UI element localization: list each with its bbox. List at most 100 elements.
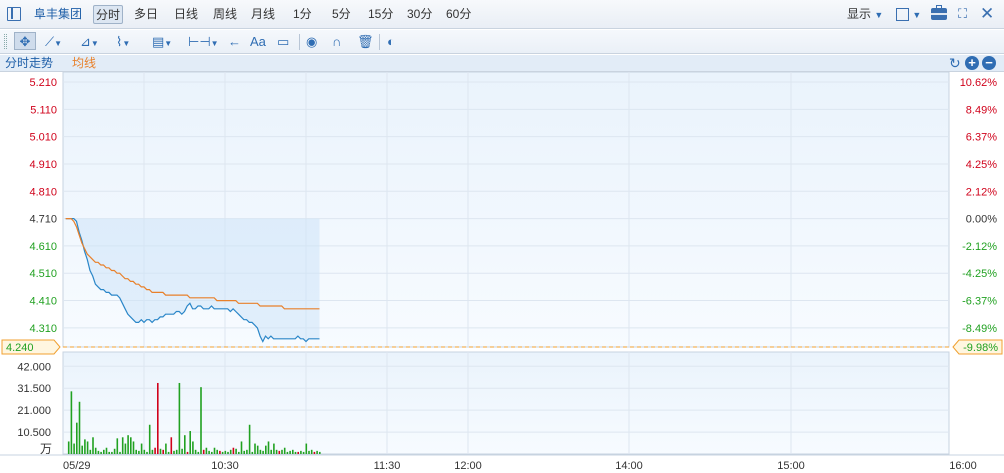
pct-tick-label: -8.49% — [962, 323, 997, 335]
volume-bar — [92, 437, 94, 454]
trash-icon[interactable]: 🗑 — [357, 33, 374, 51]
volume-bar — [186, 451, 189, 454]
arrow-left-icon[interactable]: ← — [228, 33, 241, 51]
polyline-tool-icon[interactable]: ⌇▼ — [116, 33, 130, 51]
pct-tick-label: -6.37% — [962, 296, 997, 308]
square-icon — [896, 8, 909, 22]
volume-bar — [135, 449, 137, 454]
refresh-icon[interactable]: ↻ — [949, 55, 961, 71]
stock-name[interactable]: 阜丰集团 — [34, 5, 82, 24]
volume-bar — [300, 450, 302, 454]
volume-bar — [262, 450, 264, 454]
close-icon[interactable]: ✕ — [980, 5, 996, 23]
volume-bar — [89, 449, 92, 454]
price-tick-label: 4.510 — [29, 268, 57, 280]
volume-tick-label: 42.000 — [17, 361, 51, 373]
range-tool-icon[interactable]: ⊢⊣▼ — [188, 33, 219, 51]
pct-tick-label: 6.37% — [966, 132, 997, 144]
text-tool-icon[interactable]: Aa — [250, 33, 266, 51]
volume-bar — [108, 451, 110, 454]
volume-bar — [259, 449, 262, 454]
tab-period-30min[interactable]: 30分 — [407, 5, 432, 24]
volume-bar — [121, 437, 124, 454]
volume-bar — [251, 451, 254, 454]
tab-period-daily[interactable]: 日线 — [174, 5, 198, 24]
volume-bar — [240, 441, 243, 454]
volume-bar — [94, 447, 97, 454]
volume-bar — [162, 449, 164, 454]
price-tick-label: 4.910 — [29, 159, 57, 171]
volume-bar — [229, 449, 232, 454]
comment-icon[interactable]: ▭ — [277, 33, 289, 51]
volume-bar — [140, 443, 143, 454]
time-tick-label: 05/29 — [63, 460, 91, 472]
volume-bar — [313, 451, 316, 454]
overlay-toggle-icon[interactable]: ◐ — [387, 33, 395, 51]
tab-period-1min[interactable]: 1分 — [293, 5, 312, 24]
volume-bar — [294, 451, 297, 454]
pct-tick-label: 0.00% — [966, 214, 997, 226]
fib-tool-icon[interactable]: ▤▼ — [152, 33, 172, 51]
volume-bar — [103, 449, 105, 454]
layout-select-button[interactable]: ▼ — [896, 7, 921, 22]
volume-bar — [248, 424, 251, 454]
divider — [379, 34, 380, 50]
eye-icon[interactable]: ◉ — [306, 33, 317, 51]
volume-bar — [235, 448, 237, 454]
volume-bar — [189, 431, 191, 454]
volume-bar — [227, 451, 229, 454]
tab-period-multiday[interactable]: 多日 — [134, 5, 158, 24]
pct-tick-label: 10.62% — [960, 77, 998, 89]
time-tick-label: 12:00 — [454, 460, 482, 472]
volume-bar — [154, 447, 156, 454]
volume-bar — [86, 441, 89, 454]
volume-tick-label: 10.500 — [17, 427, 51, 439]
volume-bar — [316, 450, 318, 454]
volume-bar — [256, 445, 259, 454]
tab-period-60min[interactable]: 60分 — [446, 5, 471, 24]
panel-toggle-icon[interactable] — [7, 7, 21, 21]
volume-bar — [289, 450, 291, 454]
volume-tick-label: 21.000 — [17, 405, 51, 417]
tab-period-15min[interactable]: 15分 — [368, 5, 393, 24]
volume-bar — [67, 441, 70, 454]
magnet-icon[interactable]: ∩ — [332, 33, 341, 51]
divider — [299, 34, 300, 50]
move-tool-icon[interactable]: ✥ — [14, 32, 36, 50]
volume-bar — [281, 449, 283, 454]
chevron-down-icon: ▼ — [874, 10, 884, 20]
volume-bar — [130, 437, 132, 454]
price-tick-label: 4.810 — [29, 186, 57, 198]
line-tool-icon[interactable]: ⟋▼ — [45, 33, 62, 51]
tab-period-weekly[interactable]: 周线 — [213, 5, 237, 24]
price-tick-label: 5.010 — [29, 132, 57, 144]
time-tick-label: 11:30 — [374, 460, 401, 472]
tab-period-monthly[interactable]: 月线 — [251, 5, 275, 24]
tab-period-intraday[interactable]: 分时 — [93, 5, 124, 24]
intraday-chart[interactable]: 5.210 10.62% 5.110 8.49% 5.010 6.37% 4.910 4.25… — [0, 72, 1004, 473]
volume-bar — [143, 449, 146, 454]
display-menu-button[interactable]: 显示 ▼ — [847, 5, 883, 24]
volume-unit-label: 万 — [40, 442, 52, 456]
volume-bar — [124, 443, 127, 454]
volume-bar — [73, 443, 75, 454]
time-tick-label: 16:00 — [949, 460, 977, 472]
volume-bar — [246, 449, 248, 454]
zoom-out-icon[interactable]: − — [982, 56, 996, 70]
pct-tick-label: -2.12% — [962, 241, 997, 253]
ray-tool-icon[interactable]: ⊿▼ — [80, 33, 99, 51]
volume-bar — [105, 447, 108, 454]
current-change-label: -9.98% — [963, 342, 998, 354]
volume-bar — [167, 451, 170, 454]
volume-bar — [113, 448, 116, 454]
volume-bar — [267, 441, 270, 454]
volume-bar — [97, 450, 100, 454]
tab-period-5min[interactable]: 5分 — [332, 5, 351, 24]
drawing-toolbar: ✥ ⟋▼ ⊿▼ ⌇▼ ▤▼ ⊢⊣▼ ← Aa ▭ ◉ ∩ 🗑 ◐ — [0, 30, 1004, 54]
volume-bar — [165, 443, 167, 454]
zoom-in-icon[interactable]: + — [965, 56, 979, 70]
fullscreen-icon[interactable]: ⛶ — [958, 7, 972, 21]
time-tick-label: 10:30 — [211, 460, 239, 472]
volume-bar — [184, 435, 186, 454]
toolbox-icon[interactable] — [931, 5, 947, 20]
